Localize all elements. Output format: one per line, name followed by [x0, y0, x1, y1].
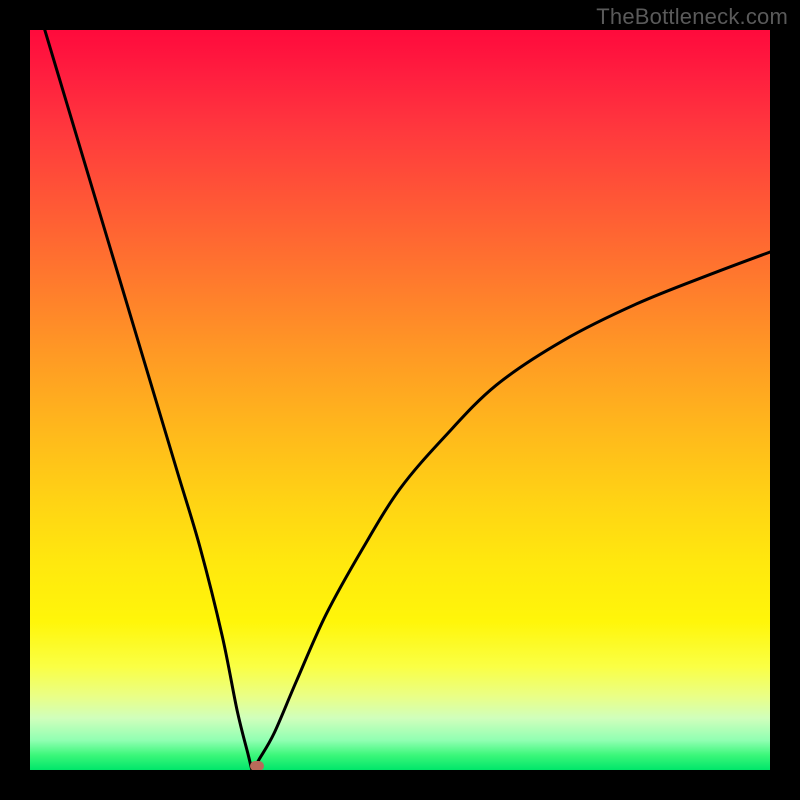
optimal-point-marker: [250, 761, 264, 770]
chart-frame: TheBottleneck.com: [0, 0, 800, 800]
plot-area: [30, 30, 770, 770]
curve-svg: [30, 30, 770, 770]
watermark-text: TheBottleneck.com: [596, 4, 788, 30]
bottleneck-curve-path: [45, 30, 770, 770]
